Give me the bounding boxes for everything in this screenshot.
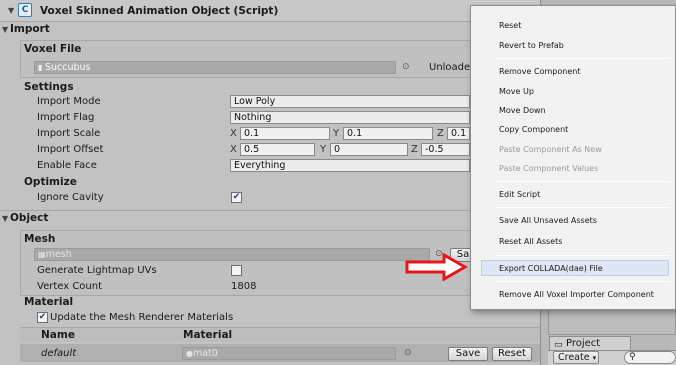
import-offset-label: Import Offset: [37, 144, 104, 155]
voxel-file-value: Succubus: [44, 62, 91, 73]
scale-y-label[interactable]: Y: [333, 128, 339, 139]
import-foldout-icon[interactable]: ▼: [2, 25, 8, 34]
inspector-panel: ▼ C Voxel Skinned Animation Object (Scri…: [0, 0, 540, 365]
menu-separator: [495, 181, 670, 182]
voxel-file-field[interactable]: ▮ Succubus: [34, 61, 396, 74]
menu-separator: [495, 255, 670, 256]
offset-z-label[interactable]: Z: [411, 144, 418, 155]
material-col-material: Material: [183, 329, 233, 341]
enable-face-dropdown[interactable]: Everything: [230, 159, 470, 172]
scale-y-field[interactable]: 0.1: [343, 127, 433, 140]
voxel-file-header: Voxel File: [24, 43, 82, 55]
create-button[interactable]: Create ▾: [553, 351, 599, 364]
menu-item-move-down[interactable]: Move Down: [499, 106, 546, 115]
import-flag-label: Import Flag: [37, 112, 95, 123]
menu-item-edit-script[interactable]: Edit Script: [499, 190, 540, 199]
search-icon: ⚲: [629, 352, 636, 362]
unload-label[interactable]: Unloade: [429, 62, 470, 73]
settings-header: Settings: [24, 81, 74, 93]
menu-item-revert-to-prefab[interactable]: Revert to Prefab: [499, 41, 564, 50]
menu-item-save-all-assets[interactable]: Save All Unsaved Assets: [499, 216, 597, 225]
menu-item-remove-all-voxel-importer[interactable]: Remove All Voxel Importer Component: [499, 290, 654, 299]
material-row-value: mat0: [192, 348, 218, 359]
create-label: Create: [558, 352, 590, 363]
optimize-header: Optimize: [24, 176, 77, 188]
scale-x-field[interactable]: 0.1: [240, 127, 330, 140]
red-arrow-icon: [405, 253, 468, 281]
import-mode-label: Import Mode: [37, 96, 101, 107]
menu-item-remove-component[interactable]: Remove Component: [499, 67, 580, 76]
menu-item-paste-values: Paste Component Values: [499, 164, 599, 173]
vertex-count-value: 1808: [231, 281, 257, 292]
mesh-field[interactable]: ▦mesh: [34, 248, 430, 261]
object-header-bar: [0, 210, 540, 228]
generate-lightmap-label: Generate Lightmap UVs: [37, 265, 157, 276]
material-col-name: Name: [41, 329, 75, 341]
material-icon: ●: [186, 349, 193, 358]
import-header[interactable]: Import: [10, 23, 50, 35]
mesh-header: Mesh: [24, 233, 56, 245]
component-title: Voxel Skinned Animation Object (Script): [40, 5, 279, 17]
menu-item-reset[interactable]: Reset: [499, 21, 521, 30]
import-mode-dropdown[interactable]: Low Poly: [230, 95, 470, 108]
menu-separator: [495, 58, 670, 59]
project-tab-label: Project: [566, 338, 601, 349]
material-save-button[interactable]: Save: [448, 347, 488, 361]
script-icon: C: [18, 3, 32, 17]
offset-x-field[interactable]: 0.5: [240, 143, 315, 156]
scale-x-label[interactable]: X: [230, 128, 237, 139]
menu-item-copy-component[interactable]: Copy Component: [499, 125, 568, 134]
material-picker-icon[interactable]: ⊙: [404, 348, 412, 358]
mesh-icon: ▦: [38, 250, 46, 259]
menu-item-move-up[interactable]: Move Up: [499, 87, 534, 96]
menu-item-reset-all-assets[interactable]: Reset All Assets: [499, 237, 562, 246]
offset-y-label[interactable]: Y: [320, 144, 326, 155]
offset-x-label[interactable]: X: [230, 144, 237, 155]
offset-y-field[interactable]: 0: [330, 143, 408, 156]
menu-item-paste-as-new: Paste Component As New: [499, 145, 602, 154]
ignore-cavity-label: Ignore Cavity: [37, 192, 104, 203]
material-row-field[interactable]: ●mat0: [182, 347, 396, 360]
offset-z-field[interactable]: -0.5: [421, 143, 470, 156]
scale-z-field[interactable]: 0.1: [447, 127, 470, 140]
import-scale-label: Import Scale: [37, 128, 101, 139]
scale-z-label[interactable]: Z: [437, 128, 444, 139]
project-search-input[interactable]: ⚲: [624, 351, 676, 364]
generate-lightmap-checkbox[interactable]: [231, 265, 242, 276]
material-reset-button[interactable]: Reset: [492, 347, 532, 361]
voxel-file-icon: ▮: [38, 63, 45, 72]
import-flag-dropdown[interactable]: Nothing: [230, 111, 470, 124]
create-dropdown-icon: ▾: [592, 354, 597, 362]
foldout-arrow-icon[interactable]: ▼: [8, 6, 14, 15]
enable-face-label: Enable Face: [37, 160, 97, 171]
menu-separator: [495, 281, 670, 282]
update-renderer-checkbox[interactable]: ✔: [37, 312, 48, 323]
menu-separator: [495, 207, 670, 208]
update-renderer-label: Update the Mesh Renderer Materials: [50, 312, 234, 323]
vertex-count-label: Vertex Count: [37, 281, 103, 292]
menu-item-export-collada[interactable]: Export COLLADA(dae) File: [499, 264, 603, 273]
object-header[interactable]: Object: [10, 212, 48, 224]
mesh-value: mesh: [45, 249, 72, 260]
material-row-name: default: [41, 348, 77, 359]
material-header: Material: [24, 296, 74, 308]
object-picker-icon[interactable]: ⊙: [402, 62, 410, 72]
ignore-cavity-checkbox[interactable]: ✔: [231, 192, 242, 203]
object-foldout-icon[interactable]: ▼: [2, 214, 8, 223]
material-table-header: [20, 327, 540, 342]
tab-project[interactable]: ▭ Project: [549, 336, 631, 351]
